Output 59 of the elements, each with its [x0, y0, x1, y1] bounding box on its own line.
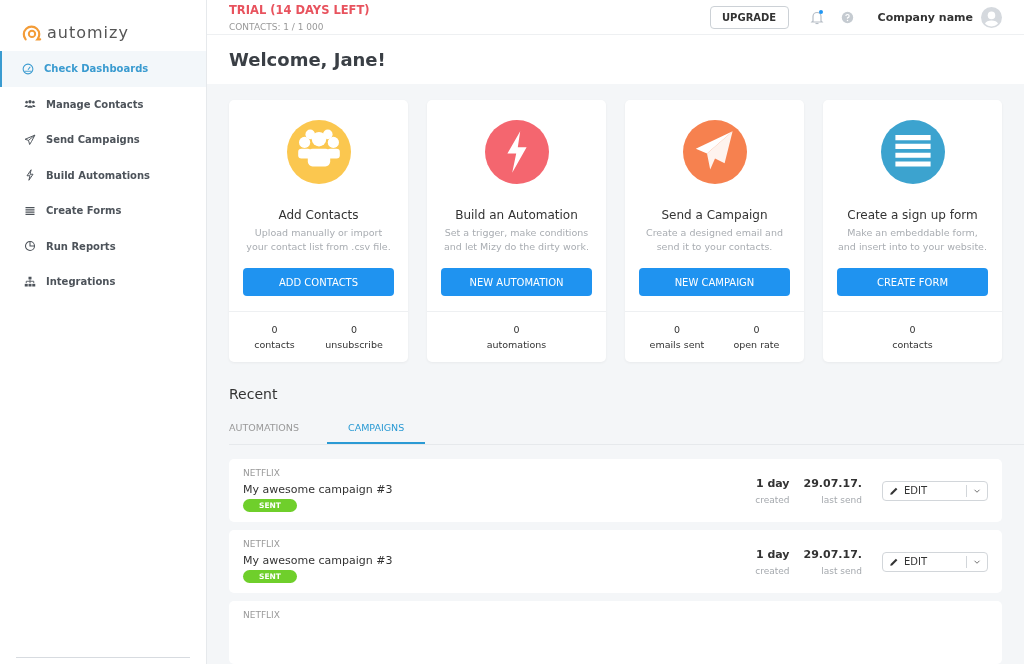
campaign-name: My awesome campaign #3 — [243, 483, 393, 496]
stat-value: 0 — [270, 324, 279, 335]
paper-plane-icon — [24, 133, 36, 146]
contacts-count: CONTACTS: 1 / 1 000 — [229, 21, 325, 32]
pencil-icon — [889, 485, 899, 496]
upgrade-button[interactable]: UPGRADE — [709, 5, 789, 29]
stat-label: unsubscribe — [325, 339, 383, 350]
edit-button[interactable]: EDIT — [883, 552, 966, 571]
meta-label: created — [755, 565, 790, 576]
people-icon — [24, 98, 36, 111]
created-age: 1 day — [755, 476, 790, 490]
stat-value: 0 — [672, 324, 681, 335]
avatar-icon — [981, 6, 1002, 28]
company-label: NETFLIX — [243, 468, 280, 478]
card-title: Send a Campaign — [661, 208, 768, 222]
card-title: Build an Automation — [455, 208, 578, 222]
stat-label: emails sent — [649, 339, 705, 350]
account-name[interactable]: Company name — [877, 10, 973, 24]
sidebar-item[interactable]: Create Forms — [0, 193, 206, 229]
stat-value: 0 — [512, 324, 521, 335]
trial-status: TRIAL (14 DAYS LEFT) — [229, 2, 370, 17]
last-send-date: 29.07.17. — [803, 476, 862, 490]
stat-label: open rate — [733, 339, 780, 350]
stat-value: 0 — [908, 324, 917, 335]
company-label: NETFLIX — [243, 539, 280, 549]
card-description: Set a trigger, make conditions and let Mizy do the dirty work. — [443, 226, 590, 254]
edit-button[interactable]: EDIT — [883, 481, 966, 500]
campaign-name: My awesome campaign #3 — [243, 554, 393, 567]
sidebar-item[interactable]: Run Reports — [0, 228, 206, 264]
network-icon — [24, 275, 36, 288]
card-title: Add Contacts — [278, 208, 359, 222]
brand-name: automizy — [47, 23, 129, 42]
card-title: Create a sign up form — [847, 208, 978, 222]
pencil-icon — [889, 556, 899, 567]
created-age: 1 day — [755, 547, 790, 561]
stat-value: 0 — [349, 324, 358, 335]
card-description: Make an embeddable form, and insert into to your website. — [837, 226, 988, 254]
last-send-date: 29.07.17. — [803, 547, 862, 561]
pie-chart-icon — [24, 240, 36, 253]
stat-label: contacts — [254, 339, 295, 350]
sidebar-item[interactable]: Manage Contacts — [0, 86, 206, 122]
company-label: NETFLIX — [243, 610, 280, 620]
help-icon — [840, 10, 854, 24]
stat-label: automations — [486, 339, 547, 350]
sidebar-item[interactable]: Build Automations — [0, 157, 206, 193]
card-description: Upload manually or import your contact list from .csv file. — [245, 226, 392, 254]
lines-icon — [24, 204, 36, 217]
meta-label: last send — [820, 494, 862, 505]
meta-label: last send — [820, 565, 862, 576]
sidebar-item[interactable]: Integrations — [0, 264, 206, 300]
lightning-bolt-icon — [24, 169, 36, 182]
stat-label: contacts — [892, 339, 933, 350]
sidebar-item[interactable]: Send Campaigns — [0, 122, 206, 158]
card-description: Create a designed email and send it to your contacts. — [645, 226, 784, 254]
welcome-heading: Welcome, Jane! — [229, 49, 386, 71]
section-heading: Recent — [229, 386, 279, 402]
meta-label: created — [755, 494, 790, 505]
gauge-icon — [22, 62, 34, 75]
stat-value: 0 — [752, 324, 761, 335]
